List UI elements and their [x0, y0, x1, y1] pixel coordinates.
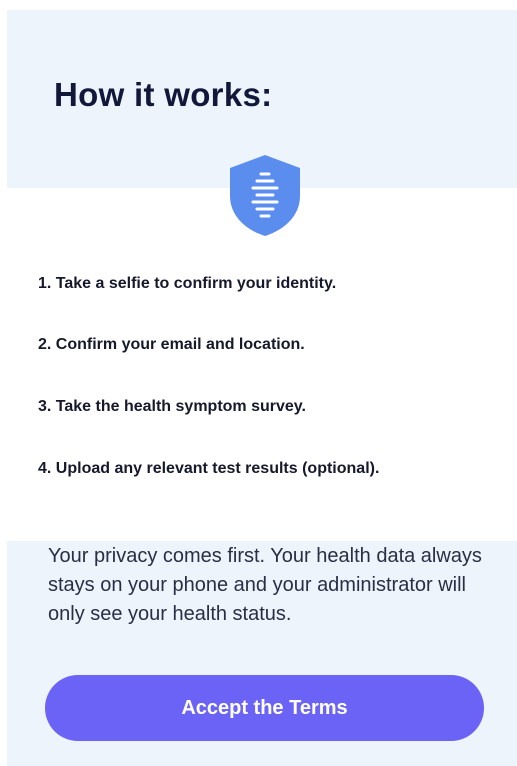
privacy-notice: Your privacy comes first. Your health da… [48, 545, 482, 625]
step-item: 2. Confirm your email and location. [38, 336, 305, 353]
step-item: 4. Upload any relevant test results (opt… [38, 460, 380, 477]
shield-soundwave-icon [224, 152, 306, 238]
step-item: 3. Take the health symptom survey. [38, 398, 306, 415]
page-title: How it works: [54, 76, 273, 113]
accept-terms-button[interactable]: Accept the Terms [45, 675, 484, 741]
step-item: 1. Take a selfie to confirm your identit… [38, 275, 337, 292]
